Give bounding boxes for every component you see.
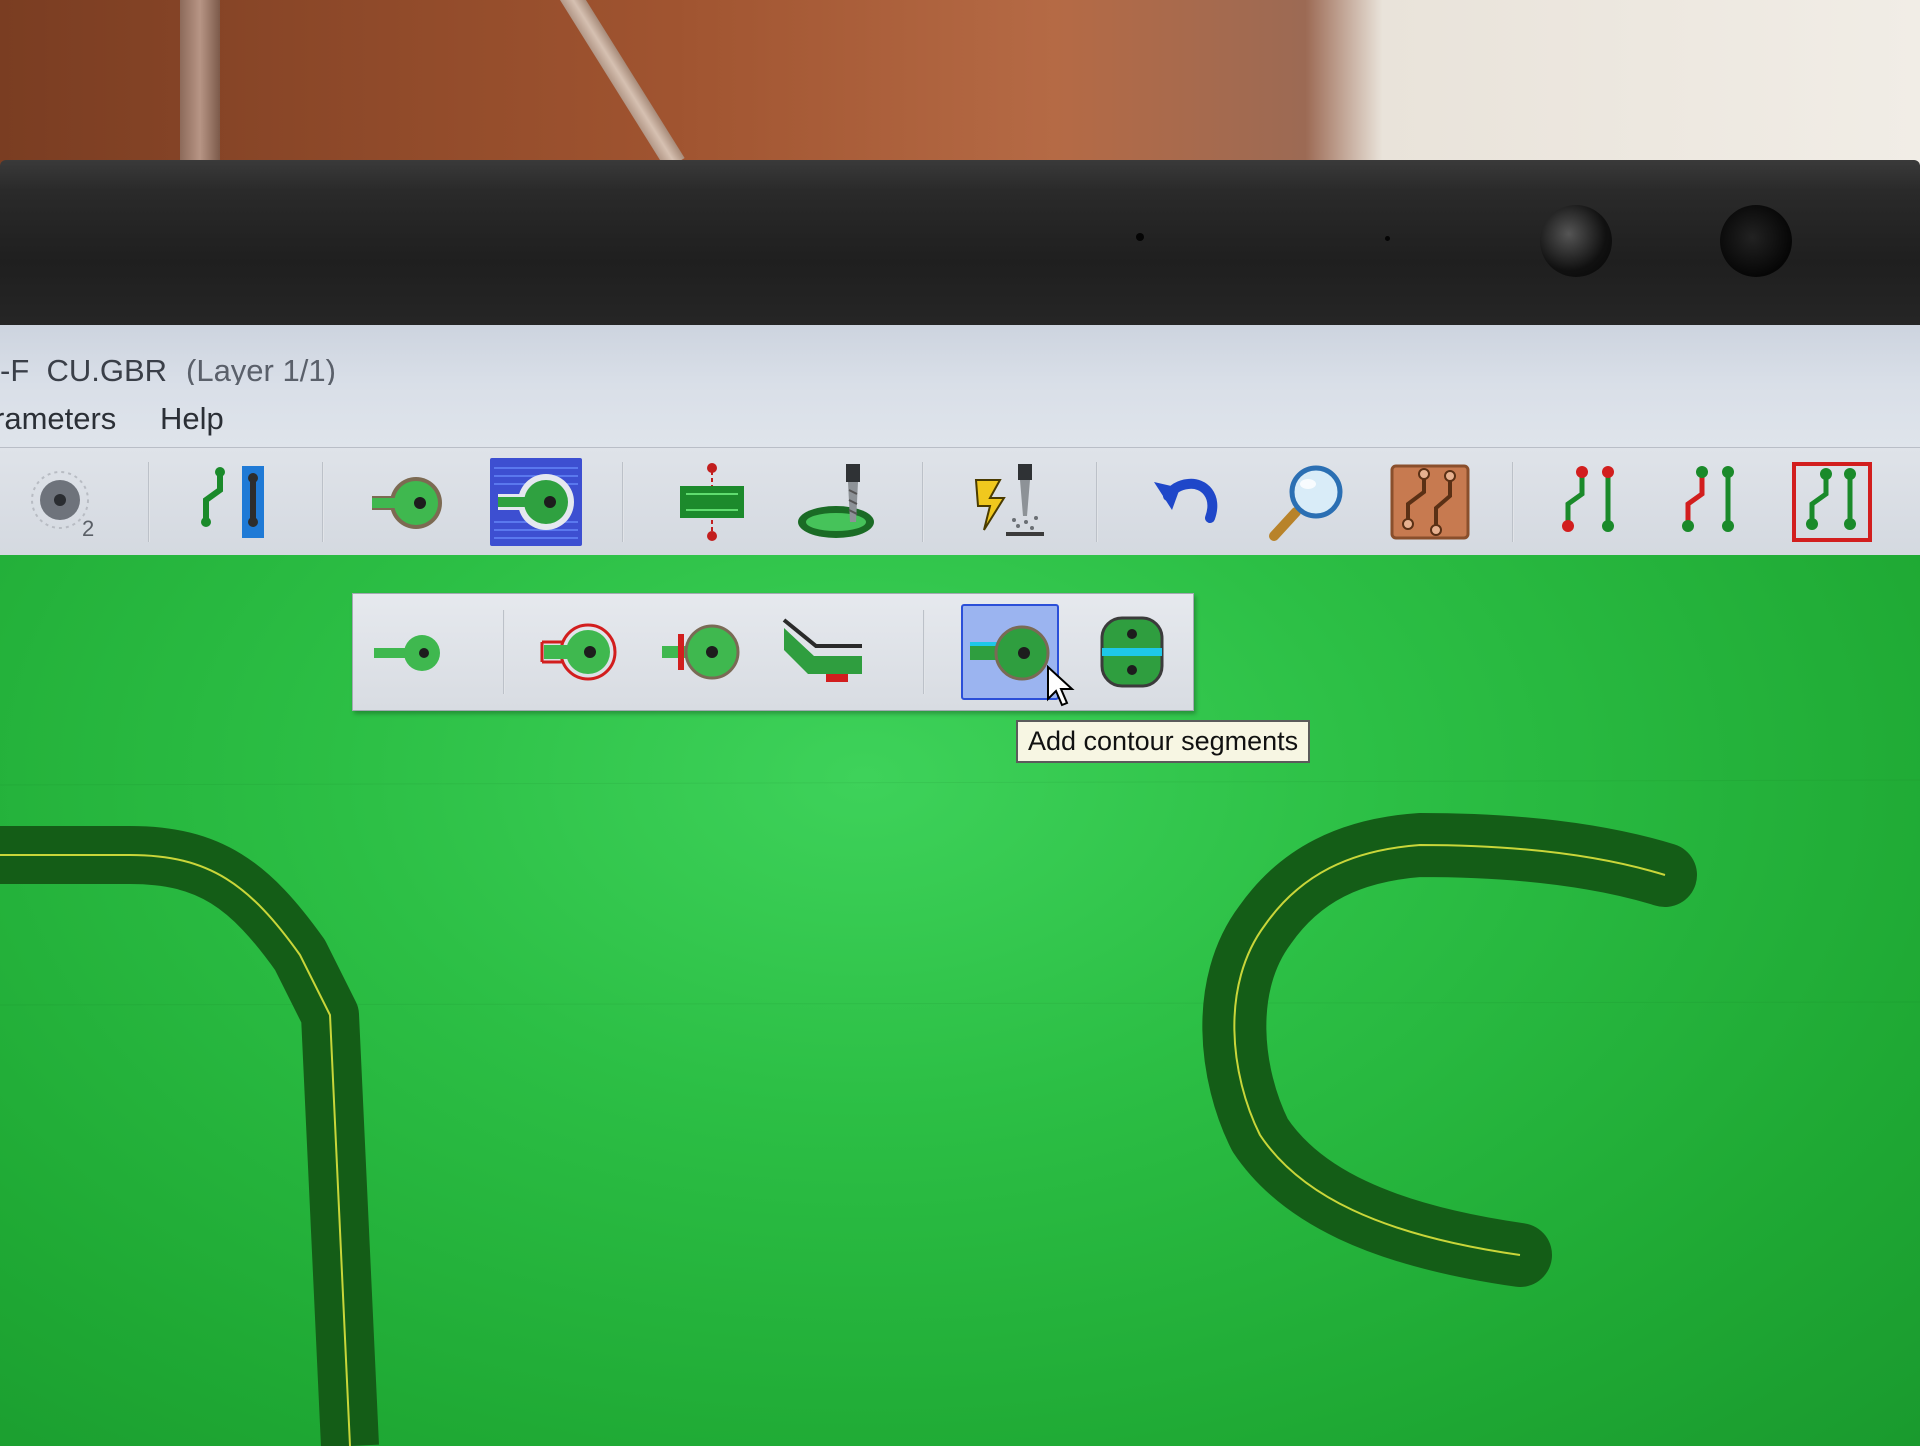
pad-hatch-icon <box>494 467 578 539</box>
board-outline-button[interactable] <box>666 458 758 546</box>
laser-engrave-icon <box>974 464 1044 536</box>
drill-tool-icon: 2 <box>31 471 94 541</box>
trace-red-icon <box>1562 466 1614 532</box>
trace-framed-button[interactable] <box>1786 458 1878 546</box>
menu-bar: rameters Help <box>0 385 1920 447</box>
trace-green-red-button[interactable] <box>1666 458 1758 546</box>
board-outline-icon <box>680 463 744 541</box>
toolbar-separator <box>1512 462 1514 542</box>
pad-red-contour-icon <box>540 623 617 681</box>
pad-red-bar-icon <box>662 624 740 680</box>
pad-simple-button[interactable] <box>361 604 459 700</box>
toolbar-separator <box>148 462 150 542</box>
bend-segment-button[interactable] <box>773 604 871 700</box>
copper-trace-right <box>1202 813 1697 1287</box>
undo-icon <box>1154 478 1218 523</box>
main-toolbar: 2 <box>0 447 1920 557</box>
milling-tool-icon <box>798 464 874 538</box>
background-wall <box>0 0 1920 175</box>
background-cable <box>560 0 685 170</box>
milling-tool-button[interactable] <box>790 458 882 546</box>
pad-isolation-button[interactable] <box>362 458 454 546</box>
copper-board-button[interactable] <box>1384 458 1476 546</box>
drill-tool-button[interactable]: 2 <box>14 458 106 546</box>
drill-badge: 2 <box>82 516 94 541</box>
copper-trace-left <box>0 826 379 1446</box>
tooltip: Add contour segments <box>1016 720 1311 763</box>
pad-red-contour-button[interactable] <box>529 604 627 700</box>
trace-red-button[interactable] <box>1546 458 1638 546</box>
menu-parameters[interactable]: rameters <box>0 401 116 437</box>
window-title-file: -F_CU.GBR <box>0 353 168 388</box>
menu-help[interactable]: Help <box>160 401 224 437</box>
zoom-button[interactable] <box>1262 458 1354 546</box>
microphone-hole <box>1136 233 1144 241</box>
pcb-trace-blue-icon <box>201 466 264 538</box>
pad-simple-icon <box>374 635 440 671</box>
undo-button[interactable] <box>1140 458 1232 546</box>
indicator-led <box>1385 236 1390 241</box>
toolbar-separator <box>1096 462 1098 542</box>
webcam-lens <box>1540 205 1612 277</box>
window-title-layer: (Layer 1/1) <box>186 353 336 388</box>
laser-engrave-button[interactable] <box>962 458 1054 546</box>
pcb-trace-blue-button[interactable] <box>188 458 280 546</box>
pad-isolation-icon <box>372 477 442 529</box>
monitor-bezel <box>0 160 1920 330</box>
sensor-window <box>1720 205 1792 277</box>
bend-segment-icon <box>782 618 862 682</box>
toolbar-separator <box>622 462 624 542</box>
pad-hatch-button[interactable] <box>490 458 582 546</box>
add-contour-segments-icon <box>970 625 1050 681</box>
toolbar-separator <box>922 462 924 542</box>
flyout-separator <box>923 610 925 694</box>
zoom-icon <box>1269 465 1343 541</box>
mouse-cursor-icon <box>1047 665 1075 707</box>
pad-red-bar-button[interactable] <box>651 604 749 700</box>
trace-green-red-icon <box>1682 466 1734 532</box>
double-pad-button[interactable] <box>1083 604 1181 700</box>
title-bar: -F_CU.GBR (Layer 1/1) <box>0 325 1920 388</box>
app-screen: -F_CU.GBR (Layer 1/1) rameters Help 2 Ad… <box>0 325 1920 1446</box>
toolbar-separator <box>322 462 324 542</box>
flyout-separator <box>503 610 505 694</box>
background-pole <box>180 0 220 175</box>
double-pad-icon <box>1100 616 1164 688</box>
copper-board-icon <box>1390 464 1470 540</box>
add-contour-segments-button[interactable] <box>961 604 1059 700</box>
trace-framed-icon <box>1792 462 1872 542</box>
